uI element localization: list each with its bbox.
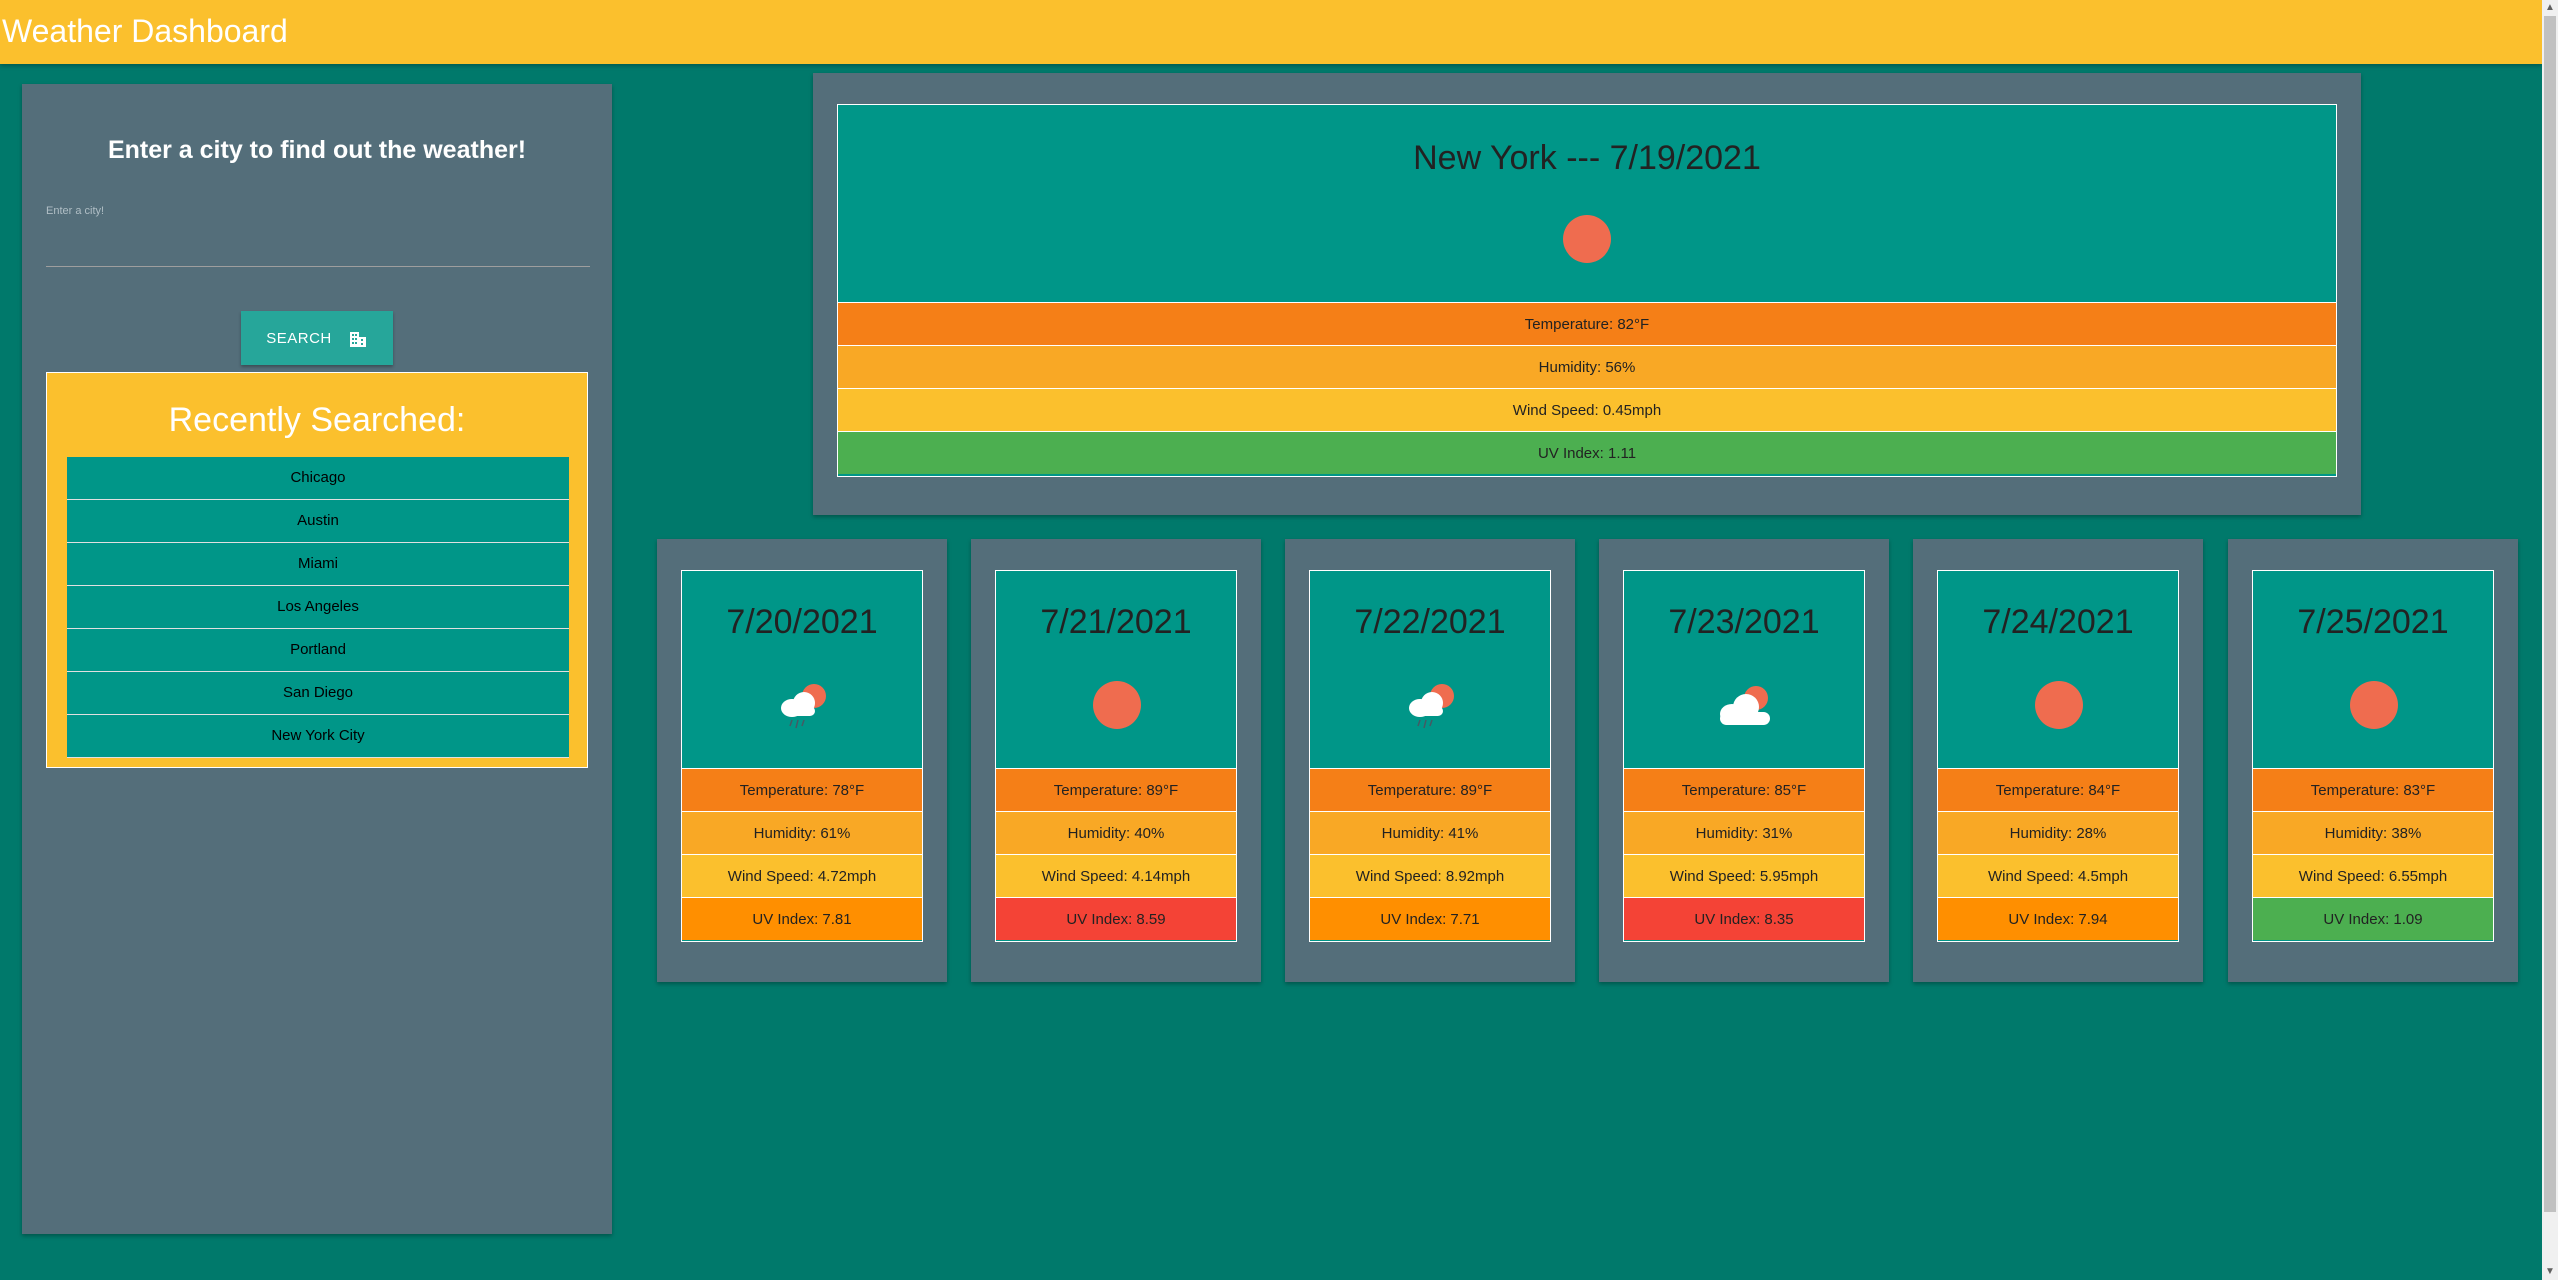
forecast-panel: 7/21/2021 Temperature: 89°F Humidity: 40… <box>995 570 1237 942</box>
cloud-sun-icon <box>1720 686 1770 725</box>
recent-city-item[interactable]: Chicago <box>67 457 569 500</box>
search-button[interactable]: SEARCH <box>241 311 393 365</box>
search-sidebar: Enter a city to find out the weather! En… <box>22 84 612 1234</box>
forecast-card: 7/20/2021 Temperature: 78°F Humidity: 61… <box>657 539 947 982</box>
navbar-title[interactable]: Weather Dashboard <box>2 13 288 49</box>
forecast-wind-speed: Wind Speed: 8.92mph <box>1310 854 1550 897</box>
forecast-panel: 7/23/2021 Temperature: 85°F Humidity: 31… <box>1623 570 1865 942</box>
forecast-uv-index: UV Index: 7.71 <box>1310 897 1550 940</box>
forecast-card: 7/23/2021 Temperature: 85°F Humidity: 31… <box>1599 539 1889 982</box>
current-temperature: Temperature: 82°F <box>838 302 2336 345</box>
forecast-temperature: Temperature: 83°F <box>2253 768 2493 811</box>
forecast-temperature: Temperature: 85°F <box>1624 768 1864 811</box>
forecast-panel: 7/25/2021 Temperature: 83°F Humidity: 38… <box>2252 570 2494 942</box>
forecast-humidity: Humidity: 38% <box>2253 811 2493 854</box>
current-weather-card: New York --- 7/19/2021 Temperature: 82°F… <box>813 73 2361 515</box>
forecast-panel: 7/22/2021 Temperature: 89°F Humidity: 41… <box>1309 570 1551 942</box>
scroll-up-arrow-icon[interactable]: ▲ <box>2542 0 2558 16</box>
forecast-card: 7/21/2021 Temperature: 89°F Humidity: 40… <box>971 539 1261 982</box>
forecast-wind-speed: Wind Speed: 4.72mph <box>682 854 922 897</box>
sun-icon <box>1563 215 1611 263</box>
rain-cloud-sun-icon <box>1409 684 1454 729</box>
sun-icon <box>2035 681 2083 729</box>
rain-cloud-sun-icon <box>781 684 826 729</box>
current-uv-index: UV Index: 1.11 <box>838 431 2336 474</box>
recent-city-item[interactable]: New York City <box>67 715 569 758</box>
city-input-label: Enter a city! <box>46 205 105 217</box>
forecast-humidity: Humidity: 61% <box>682 811 922 854</box>
current-wind-speed: Wind Speed: 0.45mph <box>838 388 2336 431</box>
sun-icon <box>1093 681 1141 729</box>
forecast-date: 7/20/2021 <box>726 603 878 641</box>
forecast-date: 7/24/2021 <box>1982 603 2134 641</box>
forecast-humidity: Humidity: 41% <box>1310 811 1550 854</box>
forecast-uv-index: UV Index: 1.09 <box>2253 897 2493 940</box>
page-scrollbar[interactable]: ▲ ▼ <box>2542 0 2558 1280</box>
building-icon <box>349 332 366 347</box>
forecast-date: 7/21/2021 <box>1040 603 1192 641</box>
forecast-panel: 7/24/2021 Temperature: 84°F Humidity: 28… <box>1937 570 2179 942</box>
forecast-humidity: Humidity: 31% <box>1624 811 1864 854</box>
search-prompt: Enter a city to find out the weather! <box>107 136 527 164</box>
forecast-wind-speed: Wind Speed: 6.55mph <box>2253 854 2493 897</box>
forecast-wind-speed: Wind Speed: 5.95mph <box>1624 854 1864 897</box>
sun-icon <box>2350 681 2398 729</box>
forecast-date: 7/22/2021 <box>1354 603 1506 641</box>
recent-city-item[interactable]: Portland <box>67 629 569 672</box>
scrollbar-thumb[interactable] <box>2544 16 2556 1212</box>
recent-city-item[interactable]: San Diego <box>67 672 569 715</box>
forecast-date: 7/23/2021 <box>1668 603 1820 641</box>
forecast-card: 7/25/2021 Temperature: 83°F Humidity: 38… <box>2228 539 2518 982</box>
current-weather-panel: New York --- 7/19/2021 Temperature: 82°F… <box>837 104 2337 477</box>
forecast-panel: 7/20/2021 Temperature: 78°F Humidity: 61… <box>681 570 923 942</box>
forecast-uv-index: UV Index: 8.59 <box>996 897 1236 940</box>
forecast-date: 7/25/2021 <box>2297 603 2449 641</box>
forecast-wind-speed: Wind Speed: 4.5mph <box>1938 854 2178 897</box>
recent-city-item[interactable]: Austin <box>67 500 569 543</box>
city-search-input[interactable] <box>46 224 590 267</box>
forecast-uv-index: UV Index: 8.35 <box>1624 897 1864 940</box>
recently-searched-panel: Recently Searched: Chicago Austin Miami … <box>46 372 588 768</box>
forecast-wind-speed: Wind Speed: 4.14mph <box>996 854 1236 897</box>
forecast-card: 7/22/2021 Temperature: 89°F Humidity: 41… <box>1285 539 1575 982</box>
forecast-temperature: Temperature: 89°F <box>1310 768 1550 811</box>
recent-city-item[interactable]: Miami <box>67 543 569 586</box>
forecast-uv-index: UV Index: 7.94 <box>1938 897 2178 940</box>
recent-city-item[interactable]: Los Angeles <box>67 586 569 629</box>
navbar: Weather Dashboard <box>0 0 2542 64</box>
current-city-date: New York --- 7/19/2021 <box>1413 139 1761 177</box>
forecast-temperature: Temperature: 89°F <box>996 768 1236 811</box>
forecast-humidity: Humidity: 28% <box>1938 811 2178 854</box>
forecast-temperature: Temperature: 84°F <box>1938 768 2178 811</box>
scroll-down-arrow-icon[interactable]: ▼ <box>2542 1264 2558 1280</box>
recent-city-list: Chicago Austin Miami Los Angeles Portlan… <box>67 457 569 758</box>
forecast-uv-index: UV Index: 7.81 <box>682 897 922 940</box>
search-button-label: SEARCH <box>266 329 332 347</box>
recently-searched-title: Recently Searched: <box>168 401 466 439</box>
forecast-card: 7/24/2021 Temperature: 84°F Humidity: 28… <box>1913 539 2203 982</box>
forecast-temperature: Temperature: 78°F <box>682 768 922 811</box>
current-humidity: Humidity: 56% <box>838 345 2336 388</box>
forecast-humidity: Humidity: 40% <box>996 811 1236 854</box>
